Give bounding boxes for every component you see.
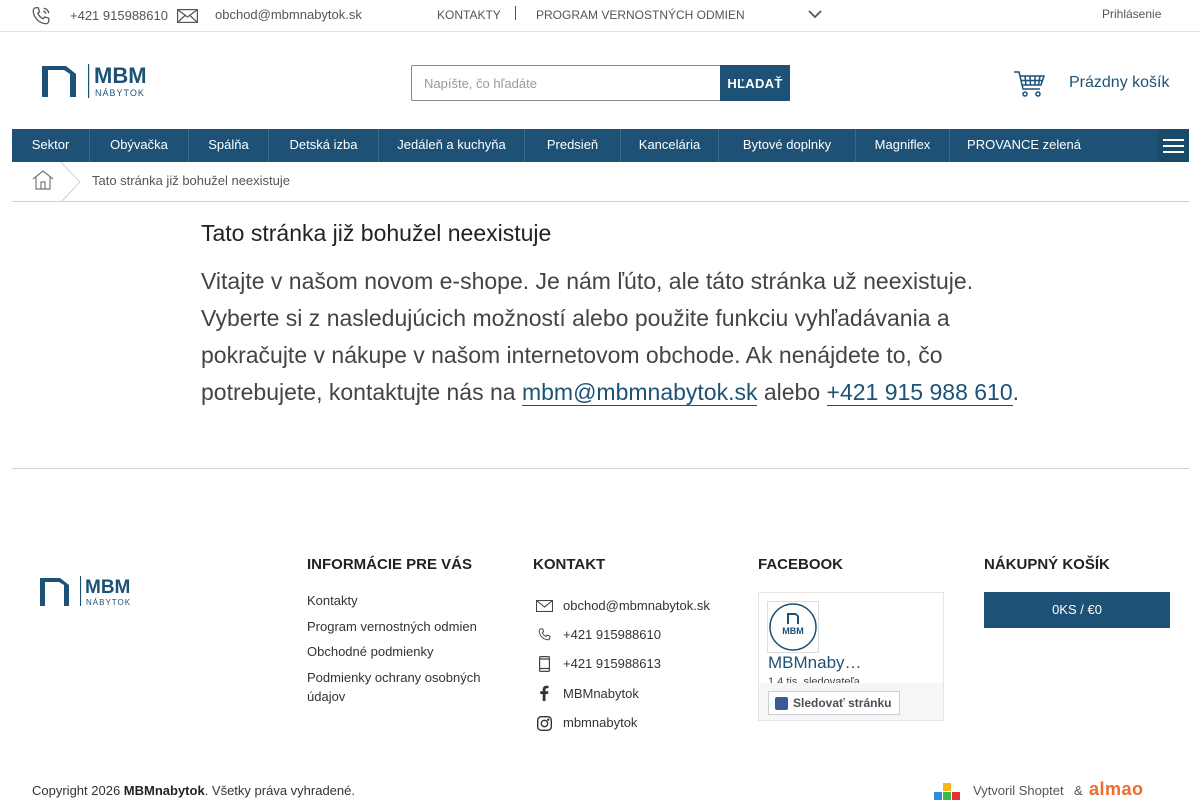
page-title: Tato stránka již bohužel neexistuje (201, 220, 552, 246)
nav-item-jedalen[interactable]: Jedáleň a kuchyňa (379, 129, 525, 162)
copyright: Copyright 2026 MBMnabytok. Všetky práva … (32, 783, 355, 798)
facebook-action-bar: Sledovať stránku (759, 683, 943, 720)
made-by-ampersand: & (1074, 783, 1083, 798)
nav-item-predsien[interactable]: Predsieň (525, 129, 621, 162)
breadcrumb-separator (60, 162, 81, 202)
footer-contact-phone1[interactable]: +421 915988610 (563, 625, 661, 644)
breadcrumb-current: Tato stránka již bohužel neexistuje (92, 173, 291, 188)
top-bar: +421 915988610 obchod@mbmnabytok.sk KONT… (0, 0, 1200, 32)
search-input[interactable] (411, 65, 721, 101)
nav-item-kancelaria[interactable]: Kancelária (621, 129, 719, 162)
agency-logo[interactable]: almao (1089, 779, 1144, 800)
footer-contact-heading: KONTAKT (533, 556, 606, 573)
footer-cart-button[interactable]: 0KS / €0 (984, 592, 1170, 628)
footer-contact-instagram[interactable]: mbmnabytok (563, 713, 637, 732)
facebook-logo-icon (775, 697, 788, 710)
footer-link-program[interactable]: Program vernostných odmien (307, 617, 477, 636)
facebook-avatar-text: MBM (782, 626, 804, 636)
topbar-loyalty-link[interactable]: PROGRAM VERNOSTNÝCH ODMIEN (536, 8, 745, 22)
email-link[interactable]: mbm@mbmnabytok.sk (521, 379, 758, 406)
footer-contact-email[interactable]: obchod@mbmnabytok.sk (563, 596, 710, 615)
topbar-email[interactable]: obchod@mbmnabytok.sk (215, 7, 362, 22)
footer-contact-facebook[interactable]: MBMnabytok (563, 684, 639, 703)
copyright-suffix: . Všetky práva vyhradené. (204, 783, 355, 798)
logo-subtext: NÁBYTOK (95, 88, 145, 98)
footer-cart-heading: NÁKUPNÝ KOŠÍK (984, 556, 1110, 573)
site-logo[interactable]: MBM NÁBYTOK (40, 60, 170, 105)
footer-logo-mark-icon: MBM NÁBYTOK (40, 576, 131, 607)
search-box: HĽADAŤ (411, 65, 790, 101)
home-icon[interactable] (32, 170, 54, 190)
nav-item-spalna[interactable]: Spálňa (189, 129, 269, 162)
shopping-cart-icon[interactable] (1013, 70, 1045, 98)
footer-link-kontakty[interactable]: Kontakty (307, 591, 358, 610)
footer-logo-text: MBM (85, 577, 130, 598)
made-by-text[interactable]: Vytvoril Shoptet (973, 783, 1064, 798)
nav-item-magniflex[interactable]: Magniflex (856, 129, 950, 162)
search-button[interactable]: HĽADAŤ (720, 65, 790, 101)
topbar-separator (515, 6, 516, 20)
topbar-phone[interactable]: +421 915988610 (70, 8, 168, 23)
nav-item-provance[interactable]: PROVANCE zelená (950, 129, 1098, 162)
logo-text: MBM (94, 63, 147, 88)
logo-mark-icon: MBM NÁBYTOK (42, 63, 147, 98)
footer-link-ochrana[interactable]: Podmienky ochrany osobných údajov (307, 668, 497, 706)
mail-icon (177, 9, 198, 23)
facebook-icon (540, 685, 549, 701)
mail-icon (536, 600, 553, 612)
page-message: Vitajte v našom novom e-shope. Je nám ľú… (201, 263, 1021, 411)
phone-icon (538, 628, 551, 641)
facebook-page-avatar[interactable]: MBM (767, 601, 819, 653)
footer-logo[interactable]: MBM NÁBYTOK (38, 573, 150, 614)
copyright-brand: MBMnabytok (123, 783, 205, 798)
facebook-follow-button[interactable]: Sledovať stránku (768, 691, 901, 715)
nav-item-sektor[interactable]: Sektor (12, 129, 90, 162)
chevron-down-icon[interactable] (808, 10, 822, 19)
phone-link[interactable]: +421 915 988 610 (826, 379, 1013, 406)
main-nav: Sektor Obývačka Spálňa Detská izba Jedál… (12, 129, 1189, 162)
shoptet-logo-icon[interactable] (934, 780, 960, 800)
footer-logo-subtext: NÁBYTOK (86, 598, 131, 607)
topbar-contacts-link[interactable]: KONTAKTY (437, 8, 501, 22)
phone-icon (32, 7, 50, 25)
instagram-icon (537, 716, 552, 731)
nav-item-bytove-doplnky[interactable]: Bytové doplnky (719, 129, 856, 162)
content-divider (12, 468, 1189, 469)
footer-contact-phone2[interactable]: +421 915988613 (563, 654, 661, 673)
page-message-end: . (1012, 379, 1020, 405)
footer-info-heading: INFORMÁCIE PRE VÁS (307, 556, 473, 573)
mobile-phone-icon (539, 656, 550, 672)
breadcrumb: Tato stránka již bohužel neexistuje (12, 162, 1189, 202)
facebook-widget: MBM MBMnaby… 1,4 tis. sledovateľa Sledov… (758, 592, 944, 721)
footer-facebook-heading: FACEBOOK (758, 556, 844, 573)
facebook-page-name[interactable]: MBMnaby… (768, 653, 862, 673)
nav-item-detska-izba[interactable]: Detská izba (269, 129, 379, 162)
nav-item-obyvacka[interactable]: Obývačka (90, 129, 189, 162)
login-link[interactable]: Prihlásenie (1102, 7, 1161, 21)
footer-link-obchodne[interactable]: Obchodné podmienky (307, 642, 433, 661)
cart-label[interactable]: Prázdny košík (1069, 74, 1169, 92)
menu-burger-icon[interactable] (1158, 129, 1189, 162)
facebook-avatar-logo-icon: MBM (769, 603, 817, 651)
page-message-or: alebo (763, 379, 821, 405)
facebook-follow-label: Sledovať stránku (793, 696, 892, 710)
copyright-prefix: Copyright 2026 (32, 783, 121, 798)
